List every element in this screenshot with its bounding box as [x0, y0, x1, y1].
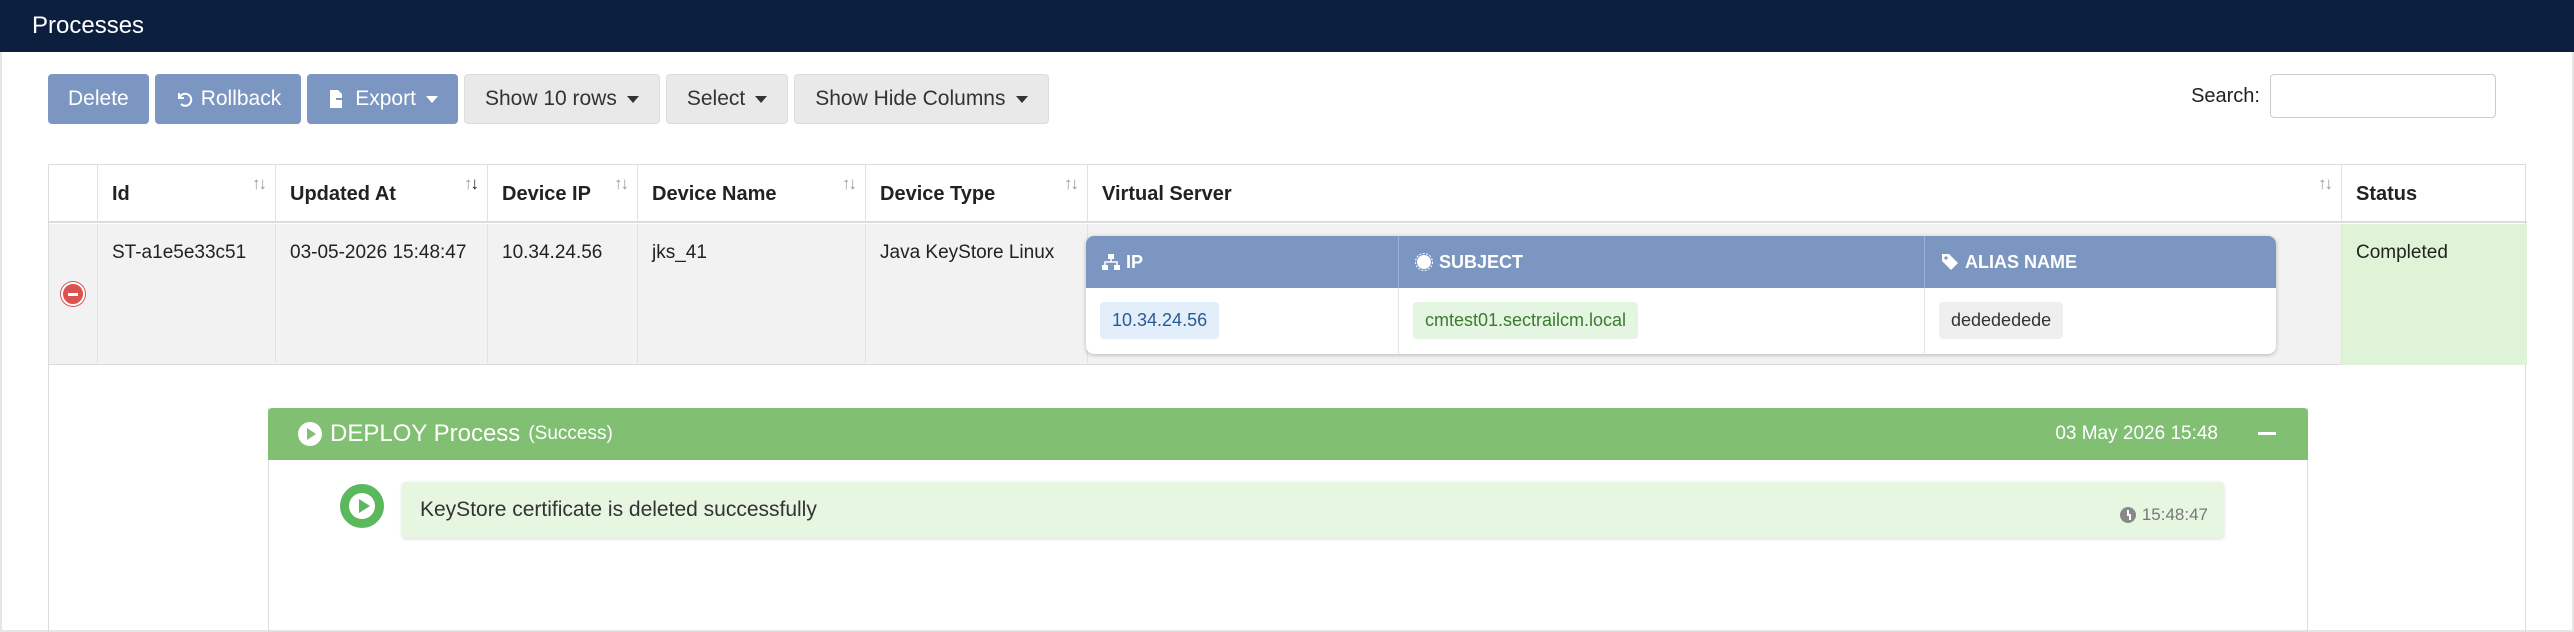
sort-desc-icon: ↑↓ [464, 174, 479, 193]
search-box: Search: [2191, 74, 2496, 118]
deploy-step-message: KeyStore certificate is deleted successf… [402, 482, 2224, 538]
vs-header-label: SUBJECT [1439, 252, 1524, 272]
play-circle-icon [298, 422, 322, 446]
header-select-col [49, 165, 97, 223]
cell-status: Completed [2341, 224, 2527, 365]
column-header-device-type[interactable]: Device Type ↑↓ [865, 165, 1087, 223]
chevron-down-icon [1015, 95, 1028, 103]
export-button[interactable]: Export [307, 74, 458, 124]
step-timestamp: 15:48:47 [2119, 482, 2208, 548]
sort-icon: ↑↓ [1064, 174, 1079, 193]
row-action-cell [49, 224, 97, 365]
certificate-icon [1415, 253, 1433, 271]
toolbar: Delete Rollback Export Show 10 rows Sele… [48, 74, 1049, 124]
column-header-updated-at[interactable]: Updated At ↑↓ [275, 165, 487, 223]
alias-badge: dedededede [1939, 302, 2064, 339]
column-header-device-ip[interactable]: Device IP ↑↓ [487, 165, 637, 223]
vs-header-alias-name: ALIAS NAME [1924, 236, 2276, 288]
show-rows-label: Show 10 rows [484, 87, 617, 110]
vs-cell-ip: 10.34.24.56 [1086, 288, 1398, 354]
cell-id: ST-a1e5e33c51 [97, 224, 275, 365]
tag-icon [1942, 254, 1958, 270]
sort-icon: ↑↓ [252, 174, 267, 193]
select-label: Select [686, 87, 746, 110]
chevron-down-icon [626, 95, 639, 103]
virtual-server-row: 10.34.24.56 cmtest01.sectrailcm.local de… [1086, 288, 2276, 354]
vs-header-ip: IP [1086, 236, 1398, 288]
virtual-server-header: IP SUBJECT ALIAS NAME [1086, 236, 2276, 288]
column-header-label: Device Name [652, 183, 777, 205]
column-header-label: Id [112, 183, 130, 205]
column-header-label: Updated At [290, 183, 396, 205]
step-play-icon [340, 484, 384, 528]
export-button-label: Export [355, 87, 416, 110]
ip-badge: 10.34.24.56 [1100, 302, 1220, 339]
sort-icon: ↑↓ [614, 174, 629, 193]
cell-device-name: jks_41 [637, 224, 865, 365]
clock-icon [2119, 507, 2136, 523]
file-export-icon [330, 90, 348, 108]
deploy-title-text: DEPLOY Process [330, 420, 521, 447]
chevron-down-icon [755, 95, 768, 103]
step-message-text: KeyStore certificate is deleted successf… [420, 498, 817, 521]
rollback-button-label: Rollback [200, 87, 282, 110]
column-header-id[interactable]: Id ↑↓ [97, 165, 275, 223]
vs-header-label: IP [1126, 252, 1144, 272]
column-header-status[interactable]: Status [2341, 165, 2527, 223]
deploy-process-title: DEPLOY Process (Success) [298, 408, 613, 460]
column-header-label: Device IP [502, 183, 591, 205]
sort-icon: ↑↓ [2318, 174, 2333, 193]
sort-icon: ↑↓ [842, 174, 857, 193]
vs-header-subject: SUBJECT [1398, 236, 1924, 288]
column-header-label: Device Type [880, 183, 996, 205]
search-label: Search: [2191, 84, 2260, 107]
undo-icon [177, 92, 192, 107]
cell-updated-at: 03-05-2026 15:48:47 [275, 224, 487, 365]
cell-device-ip: 10.34.24.56 [487, 224, 637, 365]
page-title: Processes [0, 0, 2574, 52]
show-hide-columns-dropdown[interactable]: Show Hide Columns [794, 74, 1049, 124]
subject-badge: cmtest01.sectrailcm.local [1413, 302, 1639, 339]
network-icon [1102, 254, 1120, 270]
deploy-result-text: (Success) [528, 423, 613, 444]
show-hide-columns-label: Show Hide Columns [815, 87, 1006, 110]
column-header-device-name[interactable]: Device Name ↑↓ [637, 165, 865, 223]
select-dropdown[interactable]: Select [665, 74, 789, 124]
search-input[interactable] [2270, 74, 2496, 118]
column-header-virtual-server[interactable]: Virtual Server ↑↓ [1087, 165, 2341, 223]
column-header-label: Status [2356, 183, 2418, 205]
rollback-button[interactable]: Rollback [154, 74, 302, 124]
cell-device-type: Java KeyStore Linux [865, 224, 1087, 365]
deploy-process-header[interactable]: DEPLOY Process (Success) 03 May 2026 15:… [268, 408, 2308, 460]
show-rows-dropdown[interactable]: Show 10 rows [463, 74, 660, 124]
delete-button[interactable]: Delete [48, 74, 149, 124]
table-header: Id ↑↓ Updated At ↑↓ Device IP ↑↓ Device … [49, 165, 2527, 223]
virtual-server-table: IP SUBJECT ALIAS NAME 10.34.24.56 cmtest… [1086, 236, 2276, 354]
column-header-label: Virtual Server [1102, 183, 1232, 205]
collapse-minus-icon[interactable] [2258, 432, 2276, 435]
vs-header-label: ALIAS NAME [1965, 252, 2077, 272]
vs-cell-alias-name: dedededede [1924, 288, 2276, 354]
delete-button-label: Delete [68, 87, 129, 110]
vs-cell-subject: cmtest01.sectrailcm.local [1398, 288, 1924, 354]
step-time-text: 15:48:47 [2141, 505, 2208, 524]
remove-circle-icon[interactable] [61, 282, 85, 306]
deploy-date: 03 May 2026 15:48 [2055, 423, 2218, 444]
chevron-down-icon [425, 95, 438, 103]
